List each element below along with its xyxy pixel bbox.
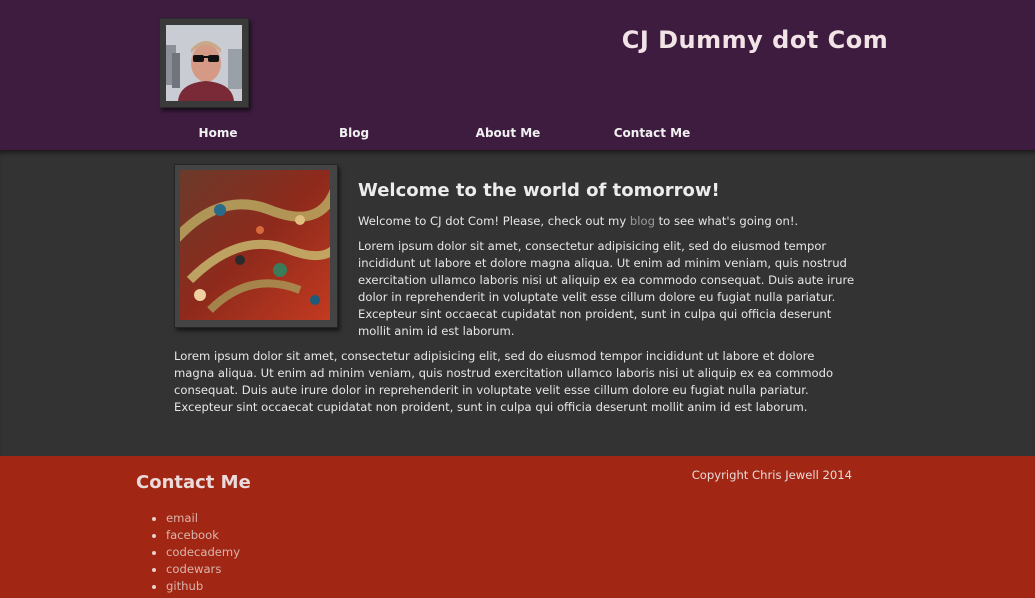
list-item: email [166,510,240,527]
email-link[interactable]: email [166,511,198,525]
site-header: CJ Dummy dot Com Home Blog About Me Cont… [0,0,1035,150]
nav-home[interactable]: Home [158,126,278,140]
github-link[interactable]: github [166,579,203,593]
main-nav: Home Blog About Me Contact Me [0,126,1035,146]
nav-contact-me[interactable]: Contact Me [592,126,712,140]
list-item: codecademy [166,544,240,561]
codewars-link[interactable]: codewars [166,562,221,576]
facebook-link[interactable]: facebook [166,528,219,542]
intro-text-end: to see what's going on!. [654,214,799,228]
list-item: codewars [166,561,240,578]
feature-image [174,164,338,328]
contact-links-list: email facebook codecademy codewars githu… [148,510,240,595]
nav-about-me[interactable]: About Me [448,126,568,140]
intro-text-start: Welcome to CJ dot Com! Please, check out… [358,214,630,228]
list-item: github [166,578,240,595]
feature-image-picture [180,170,330,320]
content-column: Welcome to the world of tomorrow! Welcom… [174,164,856,424]
lorem-paragraph-2: Lorem ipsum dolor sit amet, consectetur … [174,349,834,414]
blog-link[interactable]: blog [630,214,655,228]
site-footer: Contact Me email facebook codecademy cod… [0,456,1035,598]
site-title: CJ Dummy dot Com [621,26,889,54]
contact-heading: Contact Me [136,472,251,493]
nav-blog[interactable]: Blog [294,126,414,140]
profile-photo [159,18,249,108]
codecademy-link[interactable]: codecademy [166,545,240,559]
copyright-text: Copyright Chris Jewell 2014 [691,468,852,482]
list-item: facebook [166,527,240,544]
main-content: Welcome to the world of tomorrow! Welcom… [0,150,1035,456]
profile-photo-image [166,25,242,101]
